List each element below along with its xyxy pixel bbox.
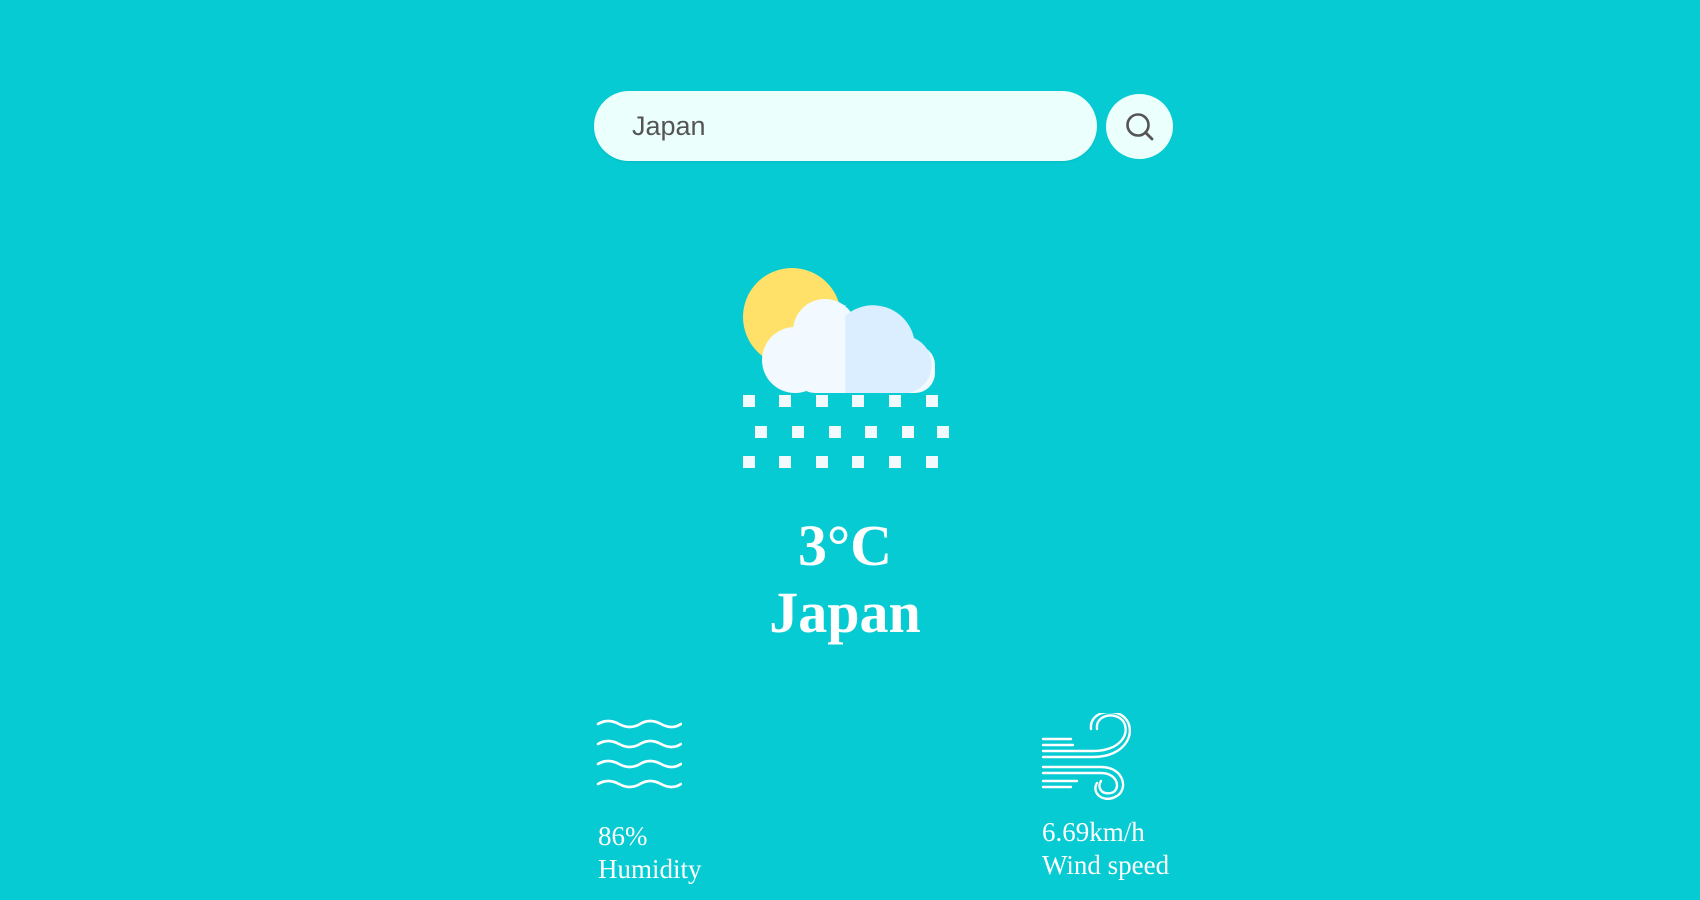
humidity-value: 86%: [598, 821, 648, 851]
wind-icon: [1041, 713, 1131, 800]
search-icon: [1125, 112, 1153, 140]
wind-speed-value: 6.69km/h: [1042, 817, 1145, 847]
cloud-sun-snow-icon: [743, 268, 949, 468]
search-input[interactable]: [594, 91, 1097, 161]
weather-app: 3°C Japan 86% Humidity 6.69km/h Wind spe…: [0, 0, 1700, 900]
temperature-value: 3°C: [797, 513, 893, 578]
humidity-label: Humidity: [598, 854, 702, 884]
city-name: Japan: [769, 580, 921, 645]
wind-speed-label: Wind speed: [1042, 850, 1170, 880]
search-button[interactable]: [1106, 94, 1173, 159]
humidity-waves-icon: [596, 719, 682, 789]
humidity-block: 86% Humidity: [598, 820, 702, 886]
wind-block: 6.69km/h Wind speed: [1042, 816, 1169, 882]
